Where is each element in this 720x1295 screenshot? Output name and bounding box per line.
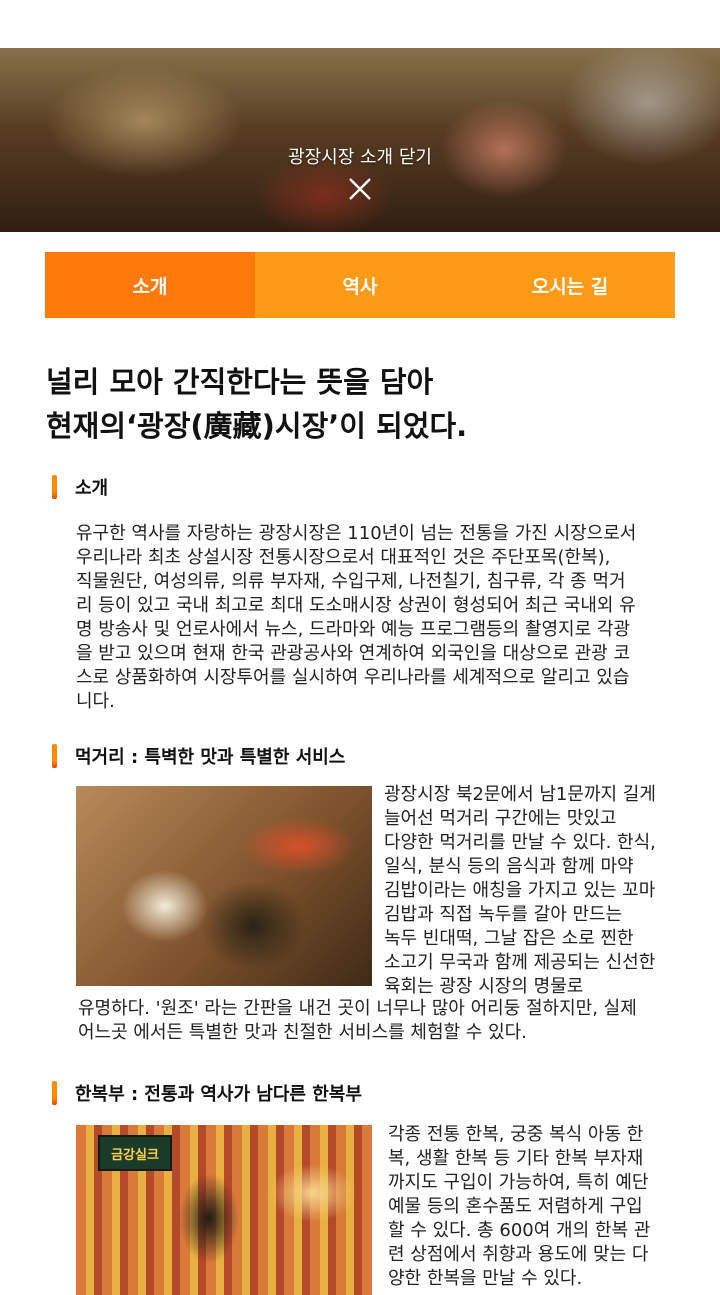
section-title-hanbok: 한복부 : 전통과 역사가 남다른 한복부: [52, 1080, 362, 1106]
headline-line-1: 널리 모아 간직한다는 뜻을 담아: [46, 365, 434, 399]
tab-history[interactable]: 역사: [255, 252, 465, 318]
food-photo: [76, 786, 372, 986]
hanbok-side-text: 각종 전통 한복, 궁중 복식 아동 한 복, 생활 한복 등 기타 한복 부자…: [388, 1123, 678, 1291]
food-line: 일식, 분식 등의 음식과 함께 마약: [384, 856, 634, 877]
section-title-food: 먹거리 : 특벽한 맛과 특별한 서비스: [52, 743, 345, 769]
hanbok-line: 복, 생활 한복 등 기타 한복 부자재: [388, 1148, 644, 1169]
hero-banner: 광장시장 소개 닫기: [0, 48, 720, 232]
section-title-intro-label: 소개: [75, 478, 109, 499]
section-accent-bar: [52, 1081, 57, 1105]
food-line: 광장시장 북2문에서 남1문까지 길게: [384, 784, 656, 805]
intro-line: 유구한 역사를 자랑하는 광장시장은 110년이 넘는 전통을 가진 시장으로서: [76, 523, 637, 544]
hanbok-line: 련 상점에서 취향과 용도에 맞는 다: [388, 1244, 649, 1265]
food-line: 어느곳 에서든 특별한 맛과 친절한 서비스를 체험할 수 있다.: [78, 1022, 527, 1043]
tab-intro[interactable]: 소개: [45, 252, 255, 318]
food-full-text: 유명하다. '원조' 라는 간판을 내건 곳이 너무나 많아 어리둥 절하지만,…: [78, 997, 688, 1045]
section-title-hanbok-label: 한복부 : 전통과 역사가 남다른 한복부: [75, 1084, 362, 1105]
food-line: 김밥과 직접 녹두를 갈아 만드는: [384, 904, 623, 925]
food-line: 김밥이라는 애칭을 가지고 있는 꼬마: [384, 880, 656, 901]
close-icon: [349, 178, 371, 200]
intro-line: 직물원단, 여성의류, 의류 부자재, 수입구제, 나전칠기, 침구류, 각 종…: [76, 571, 626, 592]
intro-line: 스로 상품화하여 시장투어를 실시하여 우리나라를 세계적으로 알리고 있습: [76, 667, 630, 688]
hanbok-line: 각종 전통 한복, 궁중 복식 아동 한: [388, 1124, 644, 1145]
hanbok-shop-photo: 금강실크: [76, 1125, 372, 1295]
tab-directions[interactable]: 오시는 길: [465, 252, 675, 318]
section-title-intro: 소개: [52, 474, 108, 500]
intro-line: 니다.: [76, 691, 115, 712]
intro-line: 리 등이 있고 국내 최고로 최대 도소매시장 상권이 형성되어 최근 국내외 …: [76, 595, 636, 616]
page-headline: 널리 모아 간직한다는 뜻을 담아 현재의‘광장(廣藏)시장’이 되었다.: [46, 360, 686, 448]
tab-directions-label: 오시는 길: [531, 275, 609, 298]
hanbok-line: 양한 한복을 만날 수 있다.: [388, 1268, 583, 1289]
tab-intro-label: 소개: [132, 275, 168, 298]
food-line: 늘어선 먹거리 구간에는 맛있고: [384, 808, 617, 829]
food-line: 소고기 무국과 함께 제공되는 신선한: [384, 952, 656, 973]
close-intro-label: 광장시장 소개 닫기: [288, 147, 432, 168]
food-side-text: 광장시장 북2문에서 남1문까지 길게 늘어선 먹거리 구간에는 맛있고 다양한…: [384, 783, 684, 999]
section-title-food-label: 먹거리 : 특벽한 맛과 특별한 서비스: [75, 747, 346, 768]
section-accent-bar: [52, 744, 57, 768]
close-intro-button[interactable]: 광장시장 소개 닫기: [260, 146, 460, 206]
food-line: 육회는 광장 시장의 명물로: [384, 976, 584, 997]
hanbok-line: 까지도 구입이 가능하여, 특히 예단: [388, 1172, 649, 1193]
tab-bar: 소개 역사 오시는 길: [45, 252, 675, 318]
intro-line: 명 방송사 및 언로사에서 뉴스, 드라마와 예능 프로그램등의 촬영지로 각광: [76, 619, 631, 640]
intro-line: 우리나라 최초 상설시장 전통시장으로서 대표적인 것은 주단포목(한복),: [76, 547, 611, 568]
hanbok-line: 할 수 있다. 총 600여 개의 한복 관: [388, 1220, 651, 1241]
food-line: 녹두 빈대떡, 그날 잡은 소로 찐한: [384, 928, 634, 949]
shop-sign: 금강실크: [98, 1135, 172, 1171]
headline-line-2: 현재의‘광장(廣藏)시장’이 되었다.: [46, 409, 468, 443]
hanbok-line: 예물 등의 혼수품도 저렴하게 구입: [388, 1196, 643, 1217]
food-line: 유명하다. '원조' 라는 간판을 내건 곳이 너무나 많아 어리둥 절하지만,…: [78, 998, 637, 1019]
food-line: 다양한 먹거리를 만날 수 있다. 한식,: [384, 832, 656, 853]
intro-line: 을 받고 있으며 현재 한국 관광공사와 연계하여 외국인을 대상으로 관광 코: [76, 643, 631, 664]
section-accent-bar: [52, 475, 57, 499]
tab-history-label: 역사: [342, 275, 378, 298]
intro-paragraph: 유구한 역사를 자랑하는 광장시장은 110년이 넘는 전통을 가진 시장으로서…: [76, 522, 676, 714]
